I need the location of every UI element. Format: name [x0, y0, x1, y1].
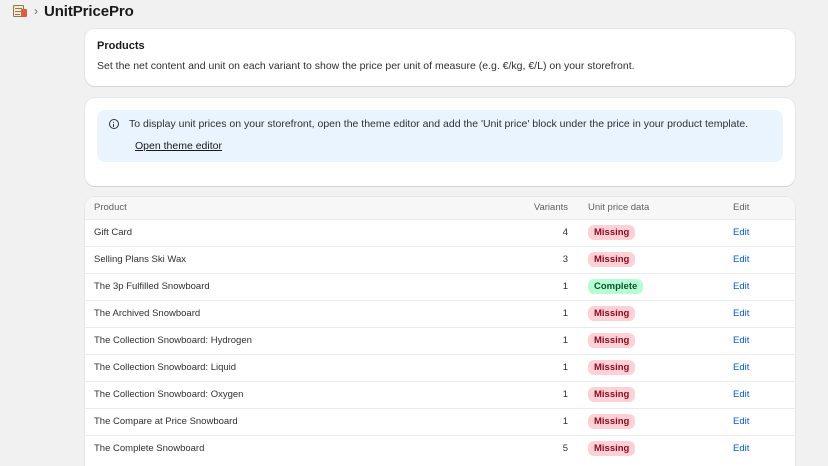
open-theme-editor-link[interactable]: Open theme editor	[135, 140, 222, 152]
breadcrumb-chevron-icon: ›	[34, 4, 38, 18]
table-row[interactable]: The Compare at Price Snowboard 1 Missing…	[85, 408, 795, 435]
table-row[interactable]: The Collection Snowboard: Hydrogen 1 Mis…	[85, 327, 795, 354]
status-badge: Missing	[588, 414, 636, 429]
info-banner: To display unit prices on your storefron…	[97, 110, 783, 162]
status-badge: Complete	[588, 279, 644, 294]
products-table-card: Product Variants Unit price data Edit Gi…	[85, 197, 795, 466]
header-product: Product	[94, 202, 127, 214]
status-badge: Missing	[588, 252, 636, 267]
product-name: The Archived Snowboard	[94, 308, 201, 319]
theme-notice-card: To display unit prices on your storefron…	[85, 98, 795, 186]
edit-link[interactable]: Edit	[733, 335, 749, 346]
variant-count: 1	[562, 389, 568, 400]
table-row[interactable]: The Collection Snowboard: Liquid 1 Missi…	[85, 354, 795, 381]
products-card: Products Set the net content and unit on…	[85, 29, 795, 86]
edit-link[interactable]: Edit	[733, 308, 749, 319]
products-table: Product Variants Unit price data Edit Gi…	[85, 197, 795, 462]
variant-count: 1	[562, 281, 568, 292]
status-badge: Missing	[588, 306, 636, 321]
variant-count: 5	[562, 443, 568, 455]
info-banner-text: To display unit prices on your storefron…	[129, 118, 749, 130]
edit-link[interactable]: Edit	[733, 227, 749, 238]
status-badge: Missing	[588, 360, 636, 375]
status-badge: Missing	[588, 441, 636, 457]
variant-count: 4	[562, 227, 568, 238]
edit-link[interactable]: Edit	[733, 443, 749, 454]
table-row[interactable]: Selling Plans Ski Wax 3 Missing Edit	[85, 246, 795, 273]
table-row[interactable]: The 3p Fulfilled Snowboard 1 Complete Ed…	[85, 273, 795, 300]
product-name: Gift Card	[94, 227, 133, 238]
table-row[interactable]: The Complete Snowboard 5 Missing Edit	[85, 435, 795, 462]
top-bar: › UnitPricePro	[0, 0, 828, 22]
table-row[interactable]: The Archived Snowboard 1 Missing Edit	[85, 300, 795, 327]
products-card-description: Set the net content and unit on each var…	[97, 60, 635, 72]
product-name: The Compare at Price Snowboard	[94, 416, 238, 427]
table-header-row: Product Variants Unit price data Edit	[85, 197, 795, 219]
variant-count: 1	[562, 416, 568, 427]
variant-count: 3	[562, 254, 568, 265]
edit-link[interactable]: Edit	[733, 362, 749, 373]
header-variants: Variants	[533, 202, 568, 214]
variant-count: 1	[562, 335, 568, 346]
header-edit: Edit	[733, 202, 750, 214]
product-name: The Complete Snowboard	[94, 443, 205, 455]
app-title: UnitPricePro	[44, 2, 134, 20]
product-name: The Collection Snowboard: Liquid	[94, 362, 237, 373]
table-row[interactable]: Gift Card 4 Missing Edit	[85, 219, 795, 246]
info-icon	[109, 119, 119, 129]
product-name: The 3p Fulfilled Snowboard	[94, 281, 210, 292]
edit-link[interactable]: Edit	[733, 281, 749, 292]
status-badge: Missing	[588, 387, 636, 402]
header-unit-price-data: Unit price data	[588, 202, 650, 214]
edit-link[interactable]: Edit	[733, 416, 749, 427]
variant-count: 1	[562, 362, 568, 373]
table-row[interactable]: The Collection Snowboard: Oxygen 1 Missi…	[85, 381, 795, 408]
price-sheet-icon[interactable]	[12, 4, 28, 18]
product-name: The Collection Snowboard: Oxygen	[94, 389, 244, 400]
product-name: Selling Plans Ski Wax	[94, 254, 187, 265]
edit-link[interactable]: Edit	[733, 389, 749, 400]
variant-count: 1	[562, 308, 568, 319]
edit-link[interactable]: Edit	[733, 254, 749, 265]
status-badge: Missing	[588, 225, 636, 240]
product-name: The Collection Snowboard: Hydrogen	[94, 335, 252, 346]
status-badge: Missing	[588, 333, 636, 348]
products-card-title: Products	[97, 40, 145, 52]
